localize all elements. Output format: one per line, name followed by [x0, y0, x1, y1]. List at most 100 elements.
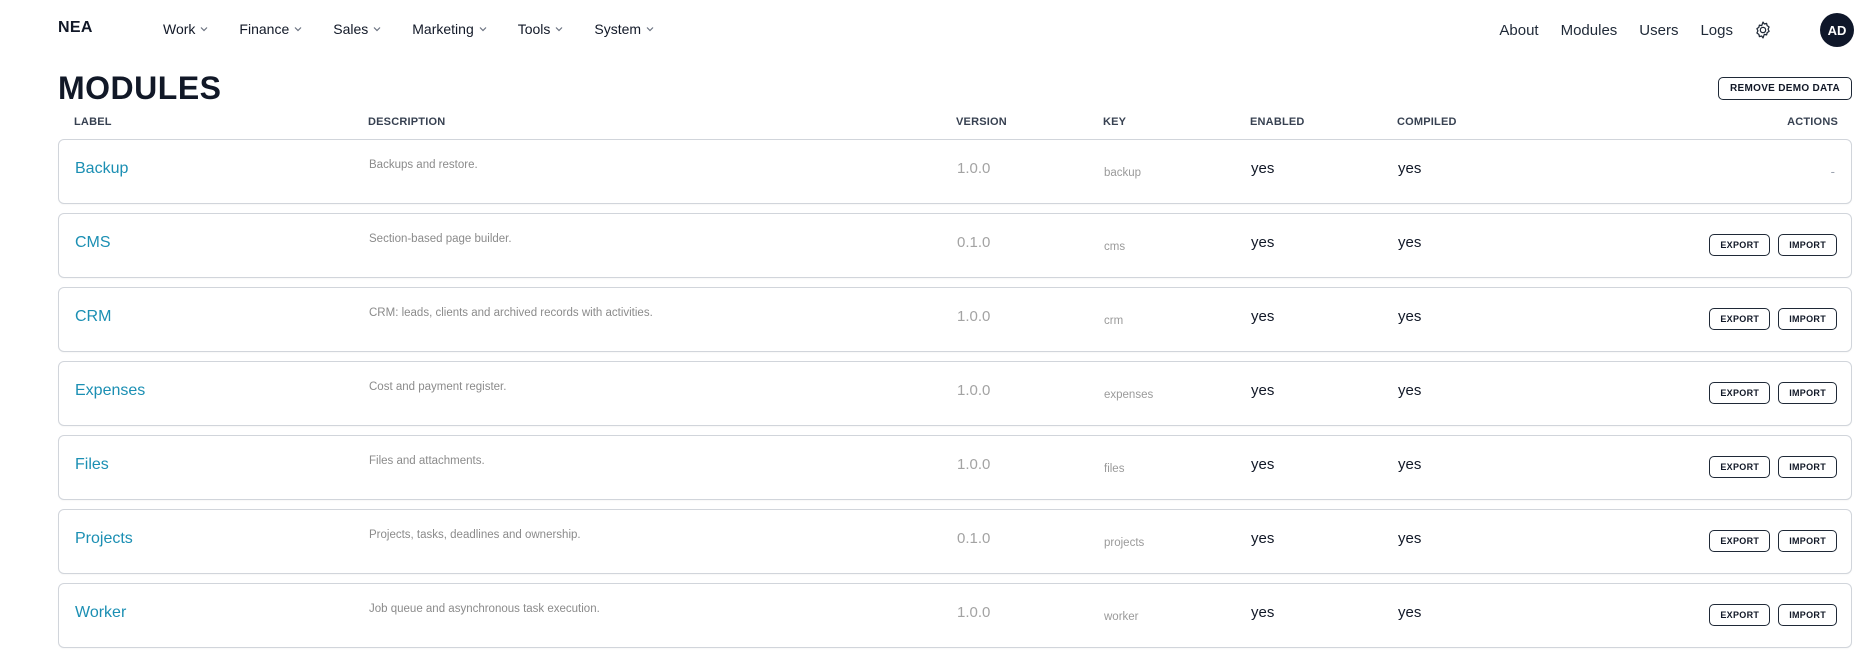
module-compiled: yes — [1398, 234, 1422, 251]
module-enabled: yes — [1251, 160, 1275, 177]
nav-logs[interactable]: Logs — [1700, 22, 1733, 39]
row-actions: EXPORT IMPORT — [1709, 234, 1837, 256]
table-row: Expenses Cost and payment register. 1.0.… — [58, 361, 1852, 426]
row-actions: EXPORT IMPORT — [1709, 382, 1837, 404]
chevron-down-icon — [646, 27, 654, 32]
module-compiled: yes — [1398, 160, 1422, 177]
menu-finance-label: Finance — [239, 21, 290, 37]
module-compiled: yes — [1398, 604, 1422, 621]
module-enabled: yes — [1251, 604, 1275, 621]
col-enabled: ENABLED — [1250, 116, 1305, 128]
module-label[interactable]: CRM — [75, 308, 111, 326]
table-header: LABEL DESCRIPTION VERSION KEY ENABLED CO… — [58, 112, 1852, 132]
module-version: 1.0.0 — [957, 308, 991, 325]
row-actions: EXPORT IMPORT — [1709, 604, 1837, 626]
module-label[interactable]: CMS — [75, 234, 111, 252]
row-actions: EXPORT IMPORT — [1709, 530, 1837, 552]
menu-work-label: Work — [163, 21, 196, 37]
import-button[interactable]: IMPORT — [1778, 456, 1837, 478]
col-description: DESCRIPTION — [368, 116, 446, 128]
export-button[interactable]: EXPORT — [1709, 456, 1771, 478]
module-label[interactable]: Projects — [75, 530, 133, 548]
right-nav: About Modules Users Logs AD — [1477, 0, 1866, 60]
export-button[interactable]: EXPORT — [1709, 530, 1771, 552]
table-row: CRM CRM: leads, clients and archived rec… — [58, 287, 1852, 352]
table-row: Worker Job queue and asynchronous task e… — [58, 583, 1852, 648]
module-label[interactable]: Expenses — [75, 382, 145, 400]
avatar[interactable]: AD — [1820, 13, 1854, 47]
module-compiled: yes — [1398, 456, 1422, 473]
export-button[interactable]: EXPORT — [1709, 234, 1771, 256]
table-row: Projects Projects, tasks, deadlines and … — [58, 509, 1852, 574]
export-button[interactable]: EXPORT — [1709, 604, 1771, 626]
module-enabled: yes — [1251, 308, 1275, 325]
menu-system[interactable]: System — [594, 21, 655, 37]
brand-logo[interactable]: NEA — [58, 19, 93, 37]
page-title: MODULES — [58, 70, 222, 106]
module-description: CRM: leads, clients and archived records… — [369, 307, 653, 319]
module-compiled: yes — [1398, 530, 1422, 547]
menu-finance[interactable]: Finance — [239, 21, 303, 37]
col-compiled: COMPILED — [1397, 116, 1457, 128]
module-description: Backups and restore. — [369, 159, 478, 171]
menu-sales[interactable]: Sales — [333, 21, 382, 37]
module-description: Job queue and asynchronous task executio… — [369, 603, 600, 615]
main-menu: Work Finance Sales Marketing Tools Syste… — [163, 21, 685, 37]
import-button[interactable]: IMPORT — [1778, 530, 1837, 552]
menu-work[interactable]: Work — [163, 21, 209, 37]
modules-list: Backup Backups and restore. 1.0.0 backup… — [58, 139, 1852, 657]
row-actions: EXPORT IMPORT — [1709, 308, 1837, 330]
module-enabled: yes — [1251, 234, 1275, 251]
import-button[interactable]: IMPORT — [1778, 604, 1837, 626]
module-description: Cost and payment register. — [369, 381, 507, 393]
chevron-down-icon — [555, 27, 563, 32]
module-compiled: yes — [1398, 308, 1422, 325]
chevron-down-icon — [373, 27, 381, 32]
module-label[interactable]: Worker — [75, 604, 126, 622]
menu-sales-label: Sales — [333, 21, 369, 37]
export-button[interactable]: EXPORT — [1709, 308, 1771, 330]
col-key: KEY — [1103, 116, 1127, 128]
menu-tools-label: Tools — [517, 21, 551, 37]
module-label[interactable]: Backup — [75, 160, 128, 178]
module-compiled: yes — [1398, 382, 1422, 399]
nav-users[interactable]: Users — [1639, 22, 1678, 39]
module-key: projects — [1104, 537, 1145, 549]
nav-modules[interactable]: Modules — [1561, 22, 1618, 39]
table-row: CMS Section-based page builder. 0.1.0 cm… — [58, 213, 1852, 278]
table-row: Backup Backups and restore. 1.0.0 backup… — [58, 139, 1852, 204]
module-version: 0.1.0 — [957, 234, 991, 251]
chevron-down-icon — [200, 27, 208, 32]
no-actions: - — [1830, 164, 1835, 179]
chevron-down-icon — [479, 27, 487, 32]
row-actions: EXPORT IMPORT — [1709, 456, 1837, 478]
remove-demo-data-button[interactable]: REMOVE DEMO DATA — [1718, 77, 1852, 100]
module-key: files — [1104, 463, 1125, 475]
module-label[interactable]: Files — [75, 456, 109, 474]
top-navbar: NEA Work Finance Sales Marketing Tools S… — [0, 0, 1866, 60]
col-version: VERSION — [956, 116, 1007, 128]
module-key: expenses — [1104, 389, 1154, 401]
import-button[interactable]: IMPORT — [1778, 234, 1837, 256]
module-key: crm — [1104, 315, 1124, 327]
module-version: 1.0.0 — [957, 160, 991, 177]
menu-tools[interactable]: Tools — [518, 21, 565, 37]
module-key: cms — [1104, 241, 1126, 253]
gear-icon[interactable] — [1753, 20, 1773, 40]
export-button[interactable]: EXPORT — [1709, 382, 1771, 404]
import-button[interactable]: IMPORT — [1778, 382, 1837, 404]
nav-about[interactable]: About — [1499, 22, 1538, 39]
module-key: backup — [1104, 167, 1142, 179]
col-actions: ACTIONS — [1787, 116, 1838, 128]
module-enabled: yes — [1251, 530, 1275, 547]
module-version: 1.0.0 — [957, 382, 991, 399]
menu-marketing[interactable]: Marketing — [412, 21, 487, 37]
module-enabled: yes — [1251, 382, 1275, 399]
table-row: Files Files and attachments. 1.0.0 files… — [58, 435, 1852, 500]
module-enabled: yes — [1251, 456, 1275, 473]
col-label: LABEL — [74, 116, 112, 128]
module-version: 1.0.0 — [957, 604, 991, 621]
import-button[interactable]: IMPORT — [1778, 308, 1837, 330]
module-key: worker — [1104, 611, 1139, 623]
module-description: Section-based page builder. — [369, 233, 512, 245]
